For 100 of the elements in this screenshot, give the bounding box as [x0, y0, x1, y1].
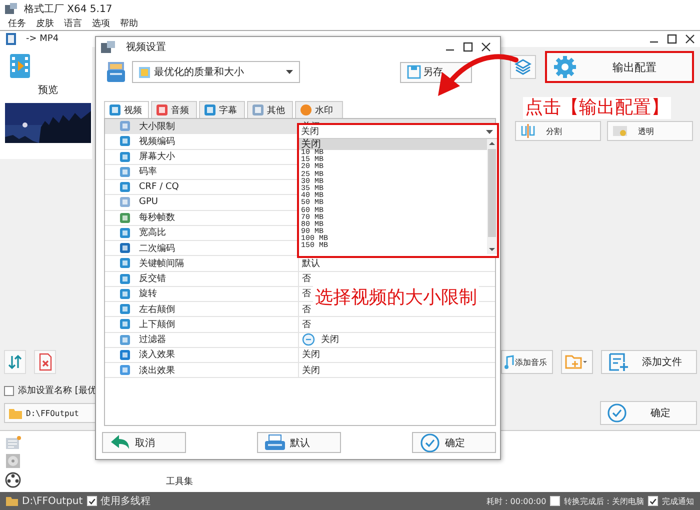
dropdown-caret-icon: [286, 70, 293, 74]
layers-button[interactable]: [510, 55, 536, 79]
music-note-icon: [504, 355, 514, 369]
property-icon: [119, 318, 131, 330]
settings-window-icon: [100, 40, 116, 54]
menu-item[interactable]: 任务: [8, 18, 26, 30]
property-name: 关键帧间隔: [139, 258, 184, 270]
ok-button[interactable]: 确定: [600, 401, 697, 425]
property-name: 反交错: [139, 272, 166, 286]
tab-icon: [300, 104, 312, 116]
add-file-icon: [608, 352, 630, 372]
split-icon: [520, 124, 536, 138]
add-file-button[interactable]: 添加文件: [601, 350, 697, 374]
tool-button[interactable]: 分割: [515, 121, 601, 141]
property-icon: [119, 181, 131, 194]
folder-icon: [9, 408, 22, 418]
property-icon: [119, 120, 131, 132]
tab-icon: [204, 104, 216, 116]
property-name: 过滤器: [139, 334, 166, 346]
property-name: 宽高比: [139, 226, 166, 240]
property-name: 二次编码: [139, 242, 175, 255]
close-icon[interactable]: [480, 41, 492, 53]
property-value: 否: [302, 288, 311, 300]
dialog-button[interactable]: 默认: [257, 432, 341, 453]
menu-item[interactable]: 帮助: [120, 18, 138, 30]
property-name: 旋转: [139, 288, 157, 300]
property-icon: [119, 226, 131, 239]
scrollbar-icon[interactable]: [487, 139, 497, 254]
preset-dropdown[interactable]: 最优化的质量和大小: [132, 61, 300, 83]
property-name: 左右颠倒: [139, 304, 175, 316]
check-icon: [649, 496, 657, 506]
status-text: 耗时 : 00:00:00: [486, 496, 546, 506]
property-value: 关闭: [321, 334, 339, 346]
property-value: 默认: [302, 258, 320, 270]
property-name: 淡出效果: [139, 364, 175, 377]
folder-icon: [6, 496, 18, 506]
property-icon: [119, 272, 131, 285]
property-icon: [119, 364, 131, 376]
layers-icon: [514, 58, 532, 76]
checkbox-label: 使用多线程: [100, 494, 151, 508]
property-name: GPU: [139, 197, 158, 208]
tab[interactable]: 字幕: [199, 101, 245, 118]
film-reel-icon[interactable]: [5, 472, 21, 488]
tool-button[interactable]: 透明: [607, 121, 693, 141]
toggle-icon[interactable]: [302, 333, 315, 346]
property-icon: [119, 257, 131, 270]
menu-item[interactable]: 语言: [64, 18, 82, 30]
tab[interactable]: 音频: [151, 101, 197, 118]
property-icon: [119, 166, 131, 178]
window-title: 格式工厂 X64 5.17: [24, 2, 112, 16]
check-circle-icon: [419, 432, 441, 452]
property-row[interactable]: 上下颠倒 否: [105, 317, 495, 332]
property-icon: [119, 288, 131, 300]
checkbox-label: 完成通知: [662, 496, 694, 506]
property-row[interactable]: 淡出效果 关闭: [105, 363, 495, 378]
property-icon: [119, 348, 131, 361]
tab[interactable]: 水印: [295, 101, 343, 118]
property-row[interactable]: 过滤器 关闭: [105, 332, 495, 348]
printer-icon: [106, 61, 126, 83]
checkbox[interactable]: [4, 386, 14, 396]
remove-button[interactable]: [34, 350, 56, 374]
add-music-button[interactable]: 添加音乐: [501, 350, 553, 374]
toolbox-label[interactable]: 工具集: [166, 475, 193, 488]
dropdown-caret-icon: [486, 130, 493, 134]
property-icon: [119, 303, 131, 316]
sort-icon: [7, 354, 23, 370]
window-title: 视频设置: [126, 40, 166, 54]
tab[interactable]: 视频: [104, 101, 149, 118]
checkbox-label: 转换完成后 : 关闭电脑: [564, 496, 644, 506]
property-icon: [119, 242, 131, 254]
property-icon: [119, 334, 131, 346]
app-icon: [4, 2, 18, 16]
property-name: 上下颠倒: [139, 318, 175, 331]
menu-item[interactable]: 选项: [92, 18, 110, 30]
annotation-text: 点击【输出配置】: [523, 97, 671, 119]
maximize-icon[interactable]: [666, 33, 678, 45]
printer-icon: [264, 432, 286, 452]
tab[interactable]: 其他: [247, 101, 293, 118]
output-folder-field[interactable]: D:\FFOutput: [4, 403, 96, 423]
dialog-button[interactable]: 确定: [412, 432, 496, 453]
check-icon: [88, 496, 96, 506]
annotation-text: 选择视频的大小限制: [313, 285, 479, 309]
sort-button[interactable]: [4, 350, 26, 374]
property-name: 淡入效果: [139, 348, 175, 362]
close-icon[interactable]: [684, 33, 696, 45]
property-name: 屏幕大小: [139, 150, 175, 164]
property-name: 码率: [139, 166, 157, 178]
dialog-button[interactable]: 取消: [102, 432, 186, 453]
film-icon: [9, 53, 31, 79]
maximize-icon[interactable]: [462, 41, 474, 53]
document-icon: [4, 32, 18, 46]
output-config-button[interactable]: 输出配置: [545, 51, 694, 83]
property-icon: [119, 212, 131, 224]
menu-item[interactable]: 皮肤: [36, 18, 54, 30]
property-value: 否: [302, 304, 311, 316]
folder-add-icon: [565, 354, 587, 370]
dropdown-option[interactable]: 关闭: [299, 139, 487, 150]
property-row[interactable]: 淡入效果 关闭: [105, 348, 495, 363]
property-value: 关闭: [302, 364, 320, 377]
preview-label: 预览: [37, 84, 59, 97]
